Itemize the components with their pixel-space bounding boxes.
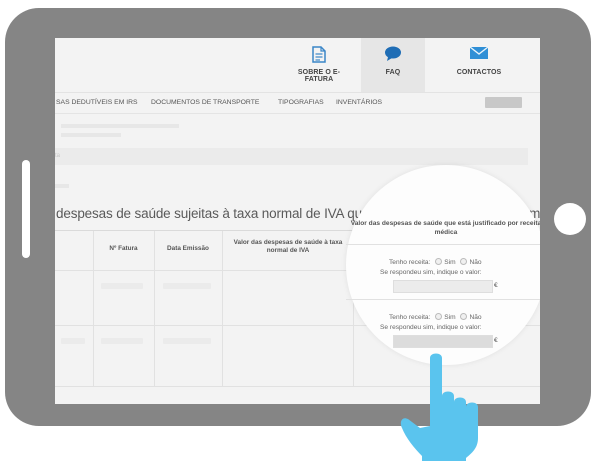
currency-label: € bbox=[494, 337, 498, 344]
magnified-column: Valor das despesas de saúde que está jus… bbox=[346, 165, 540, 365]
nav-label: FAQ bbox=[385, 69, 401, 76]
radio-sim[interactable] bbox=[435, 313, 443, 320]
value-hint: Se respondeu sim, indique o valor: bbox=[380, 269, 482, 276]
filter-bar[interactable]: ta bbox=[55, 148, 528, 165]
faded-cell bbox=[163, 338, 211, 344]
prescription-question: Tenho receita: Sim Não bbox=[389, 258, 482, 266]
menu-item-documentos-transporte[interactable]: DOCUMENTOS DE TRANSPORTE bbox=[151, 99, 259, 106]
table-divider bbox=[346, 244, 540, 245]
column-header-valor-receita: Valor das despesas de saúde que está jus… bbox=[350, 220, 540, 236]
nav-faq[interactable]: FAQ bbox=[361, 38, 425, 92]
speech-bubble-icon bbox=[384, 46, 402, 67]
table-divider bbox=[93, 231, 94, 387]
document-icon bbox=[312, 46, 326, 68]
radio-sim[interactable] bbox=[435, 258, 443, 265]
table-divider bbox=[222, 231, 223, 387]
column-header-valor-iva: Valor das despesas de saúde à taxa norma… bbox=[233, 239, 343, 254]
faded-text bbox=[61, 124, 179, 128]
session-button[interactable] bbox=[485, 97, 522, 108]
value-input[interactable] bbox=[393, 280, 493, 293]
envelope-icon bbox=[469, 46, 489, 65]
value-hint: Se respondeu sim, indique o valor: bbox=[380, 324, 482, 331]
top-header: SOBRE O E-FATURA FAQ CONTACTOS bbox=[55, 38, 540, 93]
nav-label: CONTACTOS bbox=[456, 69, 502, 76]
menu-item-inventarios[interactable]: INVENTÁRIOS bbox=[336, 99, 382, 106]
faded-cell bbox=[61, 338, 85, 344]
tablet-side-slot bbox=[22, 160, 30, 258]
menu-item-despesas-irs[interactable]: SAS DEDUTÍVEIS EM IRS bbox=[56, 99, 138, 106]
faded-cell bbox=[101, 283, 143, 289]
radio-nao[interactable] bbox=[460, 258, 468, 265]
prescription-question: Tenho receita: Sim Não bbox=[389, 313, 482, 321]
radio-nao-label: Não bbox=[469, 258, 482, 266]
nav-label: SOBRE O E-FATURA bbox=[297, 69, 341, 83]
question-label: Tenho receita: bbox=[389, 258, 431, 266]
tablet-home-button bbox=[554, 203, 586, 235]
pointing-hand-icon bbox=[400, 353, 478, 461]
faded-cell bbox=[101, 338, 143, 344]
radio-nao-label: Não bbox=[469, 313, 482, 321]
table-divider bbox=[154, 231, 155, 387]
menu-item-tipografias[interactable]: TIPOGRAFIAS bbox=[278, 99, 324, 106]
column-header-data-emissao: Data Emissão bbox=[167, 245, 209, 252]
currency-label: € bbox=[494, 282, 498, 289]
value-input[interactable] bbox=[393, 335, 493, 348]
nav-sobre-efatura[interactable]: SOBRE O E-FATURA bbox=[285, 38, 353, 92]
table-divider bbox=[346, 299, 540, 300]
nav-contactos[interactable]: CONTACTOS bbox=[433, 38, 525, 92]
faded-text bbox=[61, 133, 121, 137]
column-header-fatura: Nº Fatura bbox=[109, 245, 138, 252]
radio-nao[interactable] bbox=[460, 313, 468, 320]
faded-text bbox=[55, 184, 69, 188]
faded-cell bbox=[163, 283, 211, 289]
filter-text: ta bbox=[55, 153, 61, 159]
main-menu: SAS DEDUTÍVEIS EM IRS DOCUMENTOS DE TRAN… bbox=[55, 93, 540, 114]
radio-sim-label: Sim bbox=[444, 258, 456, 266]
radio-sim-label: Sim bbox=[444, 313, 456, 321]
question-label: Tenho receita: bbox=[389, 313, 431, 321]
